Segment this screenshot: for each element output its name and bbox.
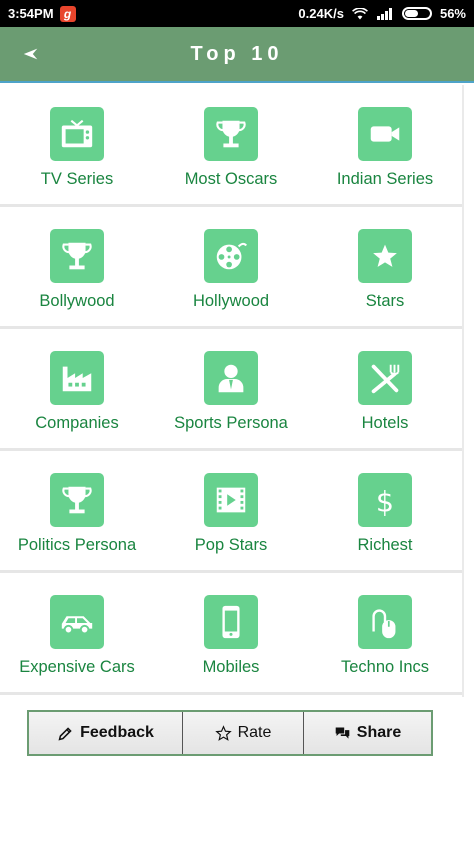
tile [204, 473, 258, 527]
category-grid: TV Series Most Oscars Indian Series Boll… [0, 85, 462, 695]
trophy-icon [62, 242, 92, 270]
trophy-icon [216, 120, 246, 148]
star-outline-icon [214, 724, 232, 741]
person-icon [218, 364, 244, 393]
factory-icon [62, 366, 92, 392]
category-label: Mobiles [202, 658, 260, 676]
film-play-icon [216, 487, 246, 513]
film-reel-icon [216, 242, 248, 270]
category-politics-persona[interactable]: Politics Persona [0, 451, 154, 570]
tile [50, 107, 104, 161]
category-indian-series[interactable]: Indian Series [308, 85, 462, 204]
category-label: Companies [35, 414, 119, 432]
category-label: Techno Incs [340, 658, 430, 676]
car-icon [61, 616, 93, 635]
action-bar: Feedback Rate Share [27, 710, 433, 756]
tile [204, 595, 258, 649]
rate-label: Rate [237, 724, 272, 741]
tile [50, 351, 104, 405]
tile [50, 473, 104, 527]
grid-right-divider [462, 85, 464, 697]
category-label: TV Series [40, 170, 114, 188]
tv-icon [61, 119, 93, 148]
feedback-button[interactable]: Feedback [29, 712, 183, 754]
tile [358, 595, 412, 649]
svg-text:$: $ [376, 485, 394, 518]
category-expensive-cars[interactable]: Expensive Cars [0, 573, 154, 692]
status-right: 0.24K/s 56% [298, 6, 466, 21]
tile: $ [358, 473, 412, 527]
category-richest[interactable]: $ Richest [308, 451, 462, 570]
dollar-icon: $ [376, 485, 394, 518]
category-label: Stars [365, 292, 405, 310]
fork-knife-icon [371, 364, 400, 394]
star-icon [373, 244, 397, 267]
category-label: Politics Persona [17, 536, 137, 554]
category-most-oscars[interactable]: Most Oscars [154, 85, 308, 204]
mobile-icon [222, 605, 240, 639]
share-button[interactable]: Share [304, 712, 431, 754]
status-bar: 3:54PM g 0.24K/s 56% [0, 0, 474, 27]
chat-bubbles-icon [335, 727, 350, 739]
category-techno-incs[interactable]: Techno Incs [308, 573, 462, 692]
back-button[interactable] [18, 41, 44, 67]
tile [204, 351, 258, 405]
category-tv-series[interactable]: TV Series [0, 85, 154, 204]
tile [358, 351, 412, 405]
category-hotels[interactable]: Hotels [308, 329, 462, 448]
grid-row: Companies Sports Persona Hotels [0, 329, 462, 451]
category-label: Most Oscars [184, 170, 278, 188]
network-speed: 0.24K/s [298, 6, 344, 21]
tile [204, 229, 258, 283]
trophy-icon [62, 486, 92, 514]
category-sports-persona[interactable]: Sports Persona [154, 329, 308, 448]
battery-icon [401, 7, 432, 20]
grid-row: Expensive Cars Mobiles Techno Incs [0, 573, 462, 695]
category-label: Hotels [361, 414, 409, 432]
category-label: Bollywood [39, 292, 115, 310]
grid-row: Bollywood Hollywood Stars [0, 207, 462, 329]
category-bollywood[interactable]: Bollywood [0, 207, 154, 326]
tile [50, 595, 104, 649]
wifi-icon [352, 7, 368, 19]
page-title: Top 10 [190, 42, 284, 65]
category-label: Sports Persona [174, 414, 288, 432]
category-label: Hollywood [192, 292, 270, 310]
grid-row: Politics Persona Pop Stars $ Richest [0, 451, 462, 573]
category-label: Richest [357, 536, 413, 554]
category-mobiles[interactable]: Mobiles [154, 573, 308, 692]
share-label: Share [356, 724, 402, 741]
battery-fill [404, 10, 419, 17]
category-stars[interactable]: Stars [308, 207, 462, 326]
category-hollywood[interactable]: Hollywood [154, 207, 308, 326]
category-label: Indian Series [336, 170, 434, 188]
tile [204, 107, 258, 161]
app-notification-icon: g [59, 5, 76, 22]
tile [50, 229, 104, 283]
rate-button[interactable]: Rate [183, 712, 304, 754]
status-time: 3:54PM [8, 6, 54, 21]
back-arrow-icon [23, 48, 38, 60]
tile [358, 107, 412, 161]
status-left: 3:54PM g [8, 5, 76, 22]
signal-icon [376, 7, 392, 20]
app-bar: Top 10 [0, 27, 474, 83]
grid-row: TV Series Most Oscars Indian Series [0, 85, 462, 207]
category-companies[interactable]: Companies [0, 329, 154, 448]
page: 3:54PM g 0.24K/s 56% Top 10 TV Series Mo… [0, 0, 474, 842]
feedback-label: Feedback [80, 724, 154, 741]
pencil-icon [58, 726, 72, 741]
category-label: Expensive Cars [19, 658, 135, 676]
mouse-icon [372, 609, 396, 639]
category-pop-stars[interactable]: Pop Stars [154, 451, 308, 570]
battery-percent: 56% [439, 6, 466, 21]
video-camera-icon [370, 126, 400, 142]
tile [358, 229, 412, 283]
category-label: Pop Stars [194, 536, 268, 554]
